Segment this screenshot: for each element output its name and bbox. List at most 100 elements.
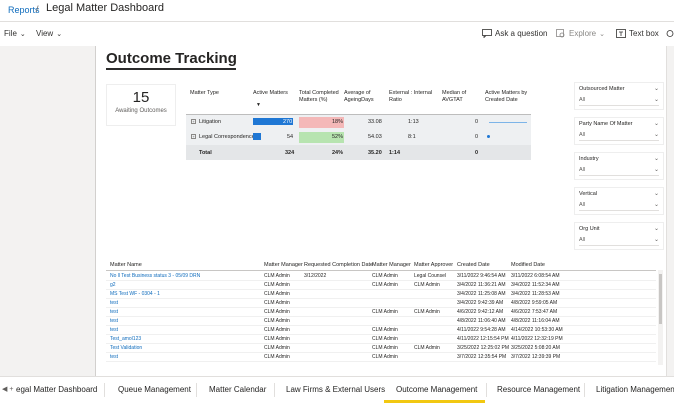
cell: 4/11/2022 12:32:19 PM: [511, 336, 563, 342]
expand-row-icon[interactable]: +: [191, 119, 196, 124]
tab-outcome-management[interactable]: Outcome Management: [396, 385, 477, 394]
explore-button[interactable]: Explore ⌄: [556, 29, 605, 38]
table-row[interactable]: Test_amol123 CLM Admin CLM Admin 4/11/20…: [106, 335, 656, 344]
slicer-party-name[interactable]: Party Name Of Matter ⌄ All ⌄: [574, 117, 664, 145]
cell: CLM Admin: [372, 345, 398, 351]
sort-desc-icon[interactable]: ▼: [256, 102, 261, 109]
table-row[interactable]: MS Test WF - 0304 - 1 CLM Admin 3/4/2022…: [106, 290, 656, 299]
text-box-button[interactable]: Text box: [616, 29, 659, 38]
cell: 4/11/2022 9:54:28 AM: [457, 327, 506, 333]
table-scrollbar-thumb[interactable]: [659, 274, 662, 324]
header-active-matters[interactable]: Active Matters: [253, 90, 295, 97]
slicer-industry[interactable]: Industry ⌄ All ⌄: [574, 152, 664, 180]
slicer-value[interactable]: All: [579, 97, 585, 103]
matter-details-table[interactable]: Matter Name Matter Manager Requested Com…: [106, 260, 664, 370]
table-row[interactable]: test CLM Admin CLM Admin 4/11/2022 9:54:…: [106, 326, 656, 335]
breadcrumb-reports-link[interactable]: Reports: [8, 5, 40, 15]
file-menu[interactable]: File ⌄: [4, 29, 26, 38]
chevron-down-icon[interactable]: ⌄: [654, 120, 659, 127]
chevron-down-icon[interactable]: ⌄: [654, 225, 659, 232]
matrix-row[interactable]: [186, 115, 531, 130]
table-row[interactable]: Test Validation CLM Admin CLM Admin CLM …: [106, 344, 656, 353]
column-header[interactable]: Created Date: [457, 262, 490, 268]
expand-row-icon[interactable]: +: [191, 134, 196, 139]
table-row[interactable]: No ll Test Business status 3 - 05/09 DRN…: [106, 272, 656, 281]
cell-matter-name[interactable]: Test Validation: [110, 345, 142, 351]
cell-matter-name[interactable]: No ll Test Business status 3 - 05/09 DRN: [110, 273, 200, 279]
slicer-vertical[interactable]: Vertical ⌄ All ⌄: [574, 187, 664, 215]
header-avgtat[interactable]: Median of AVGTAT: [442, 90, 478, 104]
view-menu[interactable]: View ⌄: [36, 29, 62, 38]
slicer-value[interactable]: All: [579, 132, 585, 138]
chevron-down-icon[interactable]: ⌄: [654, 96, 659, 103]
outcome-matrix[interactable]: Matter Type Active Matters ▼ Total Compl…: [186, 84, 566, 244]
header-matter-type[interactable]: Matter Type: [190, 90, 219, 97]
slicer-org-unit[interactable]: Org Unit ⌄ All ⌄: [574, 222, 664, 250]
cell-matter-name[interactable]: g2: [110, 282, 116, 288]
header-ageing[interactable]: Average of AgeingDays: [344, 90, 380, 104]
file-menu-label: File: [4, 29, 17, 38]
table-row[interactable]: test CLM Admin 4/8/2022 11:06:40 AM 4/8/…: [106, 317, 656, 326]
text-box-icon: [616, 29, 626, 38]
cell: 4/8/2022 11:06:40 AM: [457, 318, 506, 324]
kpi-label: Awaiting Outcomes: [115, 108, 167, 114]
cell: 3/7/2022 12:39:39 PM: [511, 354, 561, 360]
column-header[interactable]: Matter Name: [110, 262, 142, 268]
tab-queue-management[interactable]: Queue Management: [118, 385, 191, 394]
table-row[interactable]: test CLM Admin 3/4/2022 9:42:39 AM 4/8/2…: [106, 299, 656, 308]
sparkline-point: [487, 135, 490, 138]
ask-question-label: Ask a question: [495, 29, 548, 38]
cell: 3/7/2022 12:35:54 PM: [457, 354, 507, 360]
cell: CLM Admin: [372, 309, 398, 315]
tab-law-firms[interactable]: Law Firms & External Users: [286, 385, 385, 394]
table-row[interactable]: test CLM Admin CLM Admin CLM Admin 4/6/2…: [106, 308, 656, 317]
slicer-outsourced-matter[interactable]: Outsourced Matter ⌄ All ⌄: [574, 82, 664, 110]
cell-matter-name[interactable]: test: [110, 309, 118, 315]
tab-resource-management[interactable]: Resource Management: [497, 385, 580, 394]
header-completed[interactable]: Total Completed Matters (%): [299, 90, 344, 104]
slicer-value[interactable]: All: [579, 167, 585, 173]
column-header[interactable]: Matter Manager: [264, 262, 303, 268]
table-row[interactable]: test CLM Admin CLM Admin 3/7/2022 12:35:…: [106, 353, 656, 362]
cell: CLM Admin: [414, 282, 440, 288]
chevron-down-icon[interactable]: ⌄: [654, 85, 659, 92]
cell-matter-name[interactable]: MS Test WF - 0304 - 1: [110, 291, 160, 297]
more-options-icon[interactable]: [666, 29, 674, 38]
kpi-card[interactable]: 15 Awaiting Outcomes: [106, 84, 176, 126]
cell-matter-name[interactable]: test: [110, 318, 118, 324]
slicer-value[interactable]: All: [579, 202, 585, 208]
total-active: 324: [285, 150, 295, 156]
column-header[interactable]: Matter Manager: [372, 262, 411, 268]
chevron-down-icon[interactable]: ⌄: [654, 236, 659, 243]
chat-bubble-icon: [482, 29, 492, 38]
ask-question-button[interactable]: Ask a question: [482, 29, 547, 38]
cell: 3/4/2022 11:28:53 AM: [511, 291, 560, 297]
slicer-value[interactable]: All: [579, 237, 585, 243]
chevron-down-icon[interactable]: ⌄: [654, 190, 659, 197]
column-header[interactable]: Modified Date: [511, 262, 545, 268]
cell: 4/8/2022 9:59:05 AM: [511, 300, 558, 306]
header-active-by-date[interactable]: Active Matters by Created Date: [485, 90, 535, 104]
cell: CLM Admin: [264, 354, 290, 360]
cell-matter-name[interactable]: Test_amol123: [110, 336, 141, 342]
tab-scroll-left-icon[interactable]: ◀ +: [2, 385, 13, 393]
vertical-scrollbar[interactable]: [666, 46, 674, 376]
tab-legal-matter-dashboard[interactable]: egal Matter Dashboard: [16, 385, 97, 394]
tab-matter-calendar[interactable]: Matter Calendar: [209, 385, 266, 394]
table-row[interactable]: g2 CLM Admin CLM Admin CLM Admin 3/4/202…: [106, 281, 656, 290]
row-matter-type: Litigation: [199, 119, 222, 125]
cell-matter-name[interactable]: test: [110, 300, 118, 306]
cell: CLM Admin: [414, 309, 440, 315]
tab-litigation-management[interactable]: Litigation Management: [596, 385, 674, 394]
chevron-down-icon[interactable]: ⌄: [654, 201, 659, 208]
chevron-down-icon[interactable]: ⌄: [654, 166, 659, 173]
cell-matter-name[interactable]: test: [110, 327, 118, 333]
header-ratio[interactable]: External : Internal Ratio: [389, 90, 437, 104]
chevron-down-icon[interactable]: ⌄: [654, 131, 659, 138]
column-header[interactable]: Requested Completion Date: [304, 262, 373, 268]
explore-icon: [556, 29, 565, 38]
column-header[interactable]: Matter Approver: [414, 262, 453, 268]
cell-matter-name[interactable]: test: [110, 354, 118, 360]
total-label: Total: [199, 150, 212, 156]
chevron-down-icon[interactable]: ⌄: [654, 155, 659, 162]
